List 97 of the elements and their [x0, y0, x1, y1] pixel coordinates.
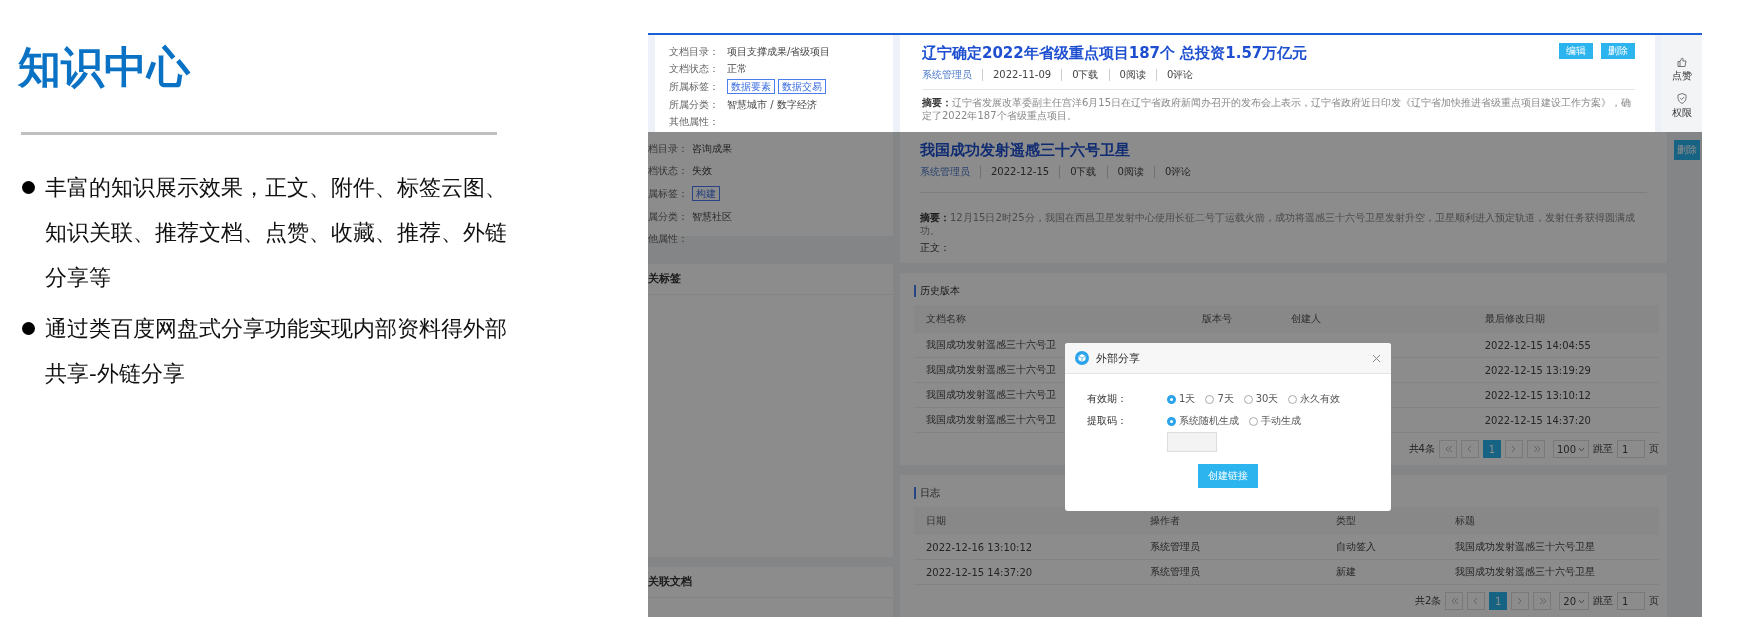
page-size-select[interactable]: 100: [1552, 440, 1590, 458]
property-label: 所属分类：: [669, 98, 720, 111]
body-label: 正文：: [920, 241, 951, 255]
tag[interactable]: 数据交易: [778, 79, 826, 94]
table-cell: 2022-12-15 14:04:55: [1472, 333, 1660, 358]
column-header: 日期: [914, 507, 1138, 535]
radio-button[interactable]: [1167, 394, 1176, 404]
thumbs-up-icon: [1677, 57, 1687, 67]
table-cell: 我国成功发射遥感三十六号卫星: [1442, 535, 1660, 560]
column-header: 文档名称: [914, 305, 1190, 333]
stat-text: 0阅读: [1108, 69, 1156, 81]
column-header: 版本号: [1189, 305, 1280, 333]
property-label: 档状态：: [648, 164, 689, 177]
last-page-button[interactable]: [1526, 440, 1545, 458]
prev-page-button[interactable]: [1467, 592, 1486, 610]
page-input[interactable]: 1: [1617, 592, 1646, 610]
double-chevron-right-icon: [1537, 596, 1548, 606]
property-value: 项目支撑成果/省级项目: [727, 45, 831, 58]
stat-text: 2022-12-15: [980, 166, 1060, 178]
property-value: 咨询成果: [692, 142, 732, 155]
bullet-text: 丰富的知识展示效果，正文、附件、标签云图、知识关联、推荐文档、点赞、收藏、推荐、外链分享等: [45, 174, 508, 292]
jump-label: 跳至: [1593, 594, 1614, 608]
radio-button[interactable]: [1167, 416, 1176, 426]
radio-option[interactable]: 永久有效: [1288, 392, 1341, 406]
property-label: 属分类：: [648, 210, 689, 223]
page-unit: 页: [1649, 594, 1660, 608]
table-cell: 系统管理员: [1137, 559, 1324, 585]
column-header: 类型: [1323, 507, 1443, 535]
caret-icon: [1578, 446, 1586, 452]
column-header: 标题: [1442, 507, 1660, 535]
stat-text: 0下载: [1059, 166, 1107, 178]
author-link[interactable]: 系统管理员: [920, 166, 980, 178]
code-input[interactable]: [1167, 432, 1217, 452]
last-page-button[interactable]: [1533, 592, 1552, 610]
column-header: 创建人: [1279, 305, 1473, 333]
radio-option[interactable]: 7天: [1205, 392, 1234, 406]
document-title: 我国成功发射遥感三十六号卫星: [920, 140, 1131, 160]
stat-text: 0下载: [1061, 69, 1109, 81]
bullet-icon: [22, 322, 35, 335]
close-button[interactable]: [1372, 353, 1381, 363]
tag[interactable]: 数据要素: [727, 79, 775, 94]
property-value: 失效: [692, 164, 712, 177]
column-header: 最后修改日期: [1472, 305, 1660, 333]
tag[interactable]: 构建: [692, 186, 720, 201]
page-input[interactable]: 1: [1617, 440, 1646, 458]
table-cell: 2022-12-16 13:10:12: [914, 535, 1138, 560]
radio-option[interactable]: 30天: [1243, 392, 1279, 406]
stat-text: 0评论: [1153, 166, 1202, 178]
side-action[interactable]: 点赞: [1672, 57, 1692, 83]
first-page-button[interactable]: [1438, 440, 1457, 458]
table-cell: 2022-12-15 13:19:29: [1472, 357, 1660, 383]
property-label: 文档状态：: [669, 62, 720, 75]
slide-title: 知识中心: [18, 41, 192, 94]
property-label: 所属标签：: [669, 80, 720, 93]
next-page-button[interactable]: [1511, 592, 1530, 610]
property-label: 属标签：: [648, 187, 689, 200]
total-count: 共2条: [1414, 594, 1442, 608]
first-page-button[interactable]: [1445, 592, 1464, 610]
stat-text: 2022-11-09: [982, 69, 1062, 81]
property-label: 其他属性：: [669, 115, 720, 128]
table-cell: 2022-12-15 14:37:20: [914, 559, 1138, 585]
property-label: 文档目录：: [669, 45, 720, 58]
double-chevron-left-icon: [1449, 596, 1460, 606]
cube-icon: [1075, 351, 1089, 365]
property-value: 正常: [727, 62, 747, 75]
author-link[interactable]: 系统管理员: [922, 69, 982, 81]
stat-text: 0阅读: [1106, 166, 1154, 178]
field-label: 提取码：: [1087, 414, 1128, 428]
shield-icon: [1677, 93, 1687, 104]
document-title: 辽宁确定2022年省级重点项目187个 总投资1.57万亿元: [922, 43, 1308, 63]
next-page-button[interactable]: [1504, 440, 1523, 458]
abstract-text: 摘要：辽宁省发展改革委副主任宫洋6月15日在辽宁省政府新闻办召开的发布会上表示，辽宁省政府近日印发《辽宁省加快推进省级重点项目建设工作方案》，确定了2022年187个省级重点项目。: [922, 96, 1633, 122]
property-label: 他属性：: [648, 232, 689, 245]
bullet-icon: [22, 181, 35, 194]
table-cell: 自动签入: [1323, 535, 1443, 560]
table-cell: 新建: [1323, 559, 1443, 585]
side-action[interactable]: 权限: [1672, 93, 1692, 120]
table-cell: 2022-12-15 13:10:12: [1472, 382, 1660, 408]
table-cell: 2022-12-15 14:37:20: [1472, 407, 1660, 433]
field-label: 有效期：: [1087, 392, 1128, 406]
total-count: 共4条: [1408, 442, 1435, 456]
page-unit: 页: [1649, 442, 1660, 456]
property-value: 智慧社区: [692, 210, 732, 223]
table-cell: 系统管理员: [1137, 535, 1324, 560]
panel-title: 关标签: [648, 264, 893, 295]
section-title: 历史版本: [914, 285, 1660, 297]
caret-icon: [1578, 598, 1586, 604]
bullet-text: 通过类百度网盘式分享功能实现内部资料得外部共享-外链分享: [45, 315, 508, 388]
table-cell: 我国成功发射遥感三十六号卫星: [1442, 559, 1660, 585]
jump-label: 跳至: [1593, 442, 1614, 456]
property-label: 档目录：: [648, 142, 689, 155]
page-size-select[interactable]: 20: [1559, 592, 1590, 610]
stat-text: 0评论: [1155, 69, 1204, 81]
radio-option[interactable]: 手动生成: [1249, 414, 1301, 428]
panel-title: 关联文档: [648, 567, 893, 598]
prev-page-button[interactable]: [1460, 440, 1479, 458]
property-value: 智慧城市 / 数字经济: [727, 98, 817, 111]
